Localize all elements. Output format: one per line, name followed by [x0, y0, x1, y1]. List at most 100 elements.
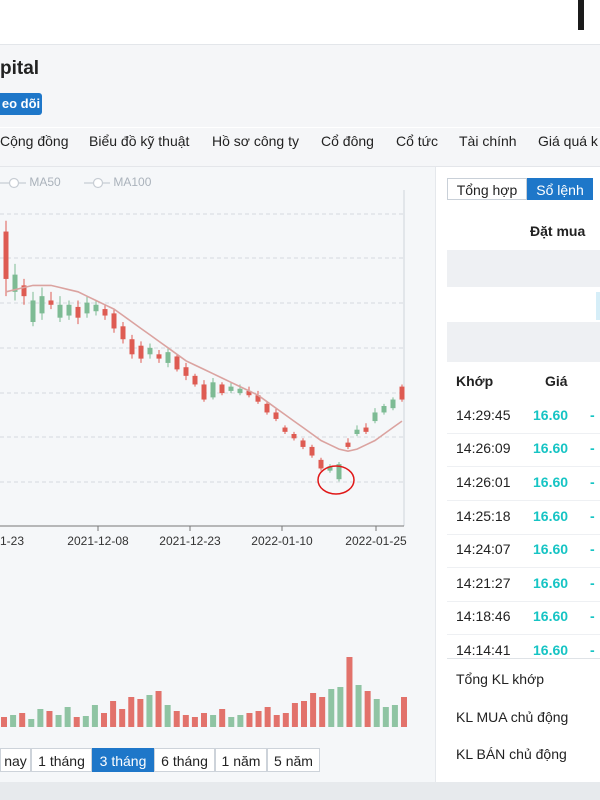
candle-body — [282, 427, 288, 432]
trade-change: - — [590, 474, 595, 490]
candle-body — [156, 354, 162, 359]
trade-price: 16.60 — [533, 474, 569, 490]
range-3-months[interactable]: 3 tháng — [92, 748, 154, 772]
trade-row-divider — [447, 601, 600, 602]
candle-body — [354, 429, 360, 434]
trade-row-divider — [447, 567, 600, 568]
tab-financials[interactable]: Tài chính — [459, 133, 517, 149]
candle-body — [237, 388, 243, 394]
volume-bar — [1, 717, 7, 727]
volume-bar — [355, 685, 362, 727]
candle-body — [291, 434, 297, 439]
candle-body — [57, 304, 63, 318]
volume-bar — [264, 707, 271, 727]
volume-bar — [101, 713, 107, 727]
candle-body — [93, 304, 99, 312]
volume-bar — [346, 657, 353, 727]
volume-bar — [82, 716, 89, 727]
x-tick-label: 2022-01-10 — [251, 534, 313, 548]
bottom-bar — [0, 782, 600, 800]
candle-body — [273, 412, 279, 419]
candle-body — [381, 406, 387, 413]
volume-bar — [228, 717, 235, 727]
candle-body — [300, 440, 306, 447]
range-1-month[interactable]: 1 tháng — [31, 748, 92, 772]
trade-change: - — [590, 440, 595, 456]
range-1-year[interactable]: 1 năm — [215, 748, 267, 772]
trade-price: 16.60 — [533, 508, 569, 524]
volume-bar — [119, 709, 126, 727]
legend-ma50[interactable]: MA50 — [0, 175, 61, 189]
tab-shareholders[interactable]: Cổ đông — [321, 133, 374, 149]
volume-bar — [55, 715, 62, 727]
range-6-months[interactable]: 6 tháng — [154, 748, 215, 772]
order-bar — [596, 292, 600, 320]
stock-header — [0, 45, 600, 127]
volume-bar — [173, 711, 180, 727]
trades-price-header: Giá — [545, 373, 568, 389]
volume-bar — [73, 717, 80, 727]
sell-active-volume-label: KL BÁN chủ động — [456, 746, 567, 762]
volume-bar — [191, 717, 198, 727]
order-book-buy-header: Đặt mua — [530, 223, 586, 239]
price-chart[interactable]: 1-23 2021-12-08 2021-12-23 2022-01-10 2022-0… — [0, 190, 435, 750]
order-book-row — [447, 322, 600, 362]
range-5-years[interactable]: 5 năm — [267, 748, 320, 772]
trade-price: 16.60 — [533, 541, 569, 557]
x-axis-ticks: 1-23 2021-12-08 2021-12-23 2022-01-10 2022-0… — [0, 526, 407, 548]
follow-button[interactable]: eo dõi — [0, 93, 42, 115]
volume-bar — [64, 707, 71, 727]
legend-ma100[interactable]: MA100 — [84, 175, 151, 189]
candle-body — [138, 345, 144, 359]
volume-bar — [46, 711, 53, 727]
candle-body — [210, 382, 216, 398]
tab-order-book[interactable]: Sổ lệnh — [527, 178, 593, 200]
buy-active-volume-label: KL MUA chủ động — [456, 709, 569, 725]
candle-body — [48, 300, 54, 305]
volume-bar — [246, 713, 253, 727]
trade-price: 16.60 — [533, 575, 569, 591]
trade-price: 16.60 — [533, 440, 569, 456]
volume-bar — [164, 705, 171, 727]
tab-summary[interactable]: Tổng hợp — [447, 178, 527, 200]
trade-time: 14:21:27 — [456, 575, 511, 591]
volume-bar — [237, 715, 244, 727]
volume-bars — [1, 657, 407, 727]
candle-body — [75, 306, 81, 318]
tab-technical-chart[interactable]: Biểu đồ kỹ thuật — [89, 133, 189, 149]
volume-bar — [382, 707, 389, 727]
volume-bar — [146, 695, 153, 727]
volume-bar — [273, 715, 280, 727]
ma-line — [5, 284, 403, 453]
tab-company-profile[interactable]: Hồ sơ công ty — [212, 133, 299, 149]
trade-change: - — [590, 407, 595, 423]
trade-time: 14:29:45 — [456, 407, 511, 423]
range-today[interactable]: nay — [0, 748, 31, 772]
volume-bar — [319, 697, 326, 727]
tab-price-history[interactable]: Giá quá k — [538, 133, 598, 149]
candle-body — [363, 427, 369, 432]
volume-bar — [401, 697, 407, 727]
trade-row-divider — [447, 500, 600, 501]
volume-bar — [137, 699, 144, 727]
candle-body — [318, 459, 324, 469]
volume-bar — [373, 699, 380, 727]
trade-price: 16.60 — [533, 642, 569, 658]
candle-body — [183, 367, 189, 376]
candle-body — [165, 352, 171, 363]
volume-bar — [337, 687, 344, 727]
candle-body — [120, 326, 126, 340]
candles-layer — [3, 220, 405, 482]
candle-body — [30, 300, 36, 322]
volume-bar — [391, 705, 398, 727]
tab-dividends[interactable]: Cổ tức — [396, 133, 438, 149]
volume-bar — [128, 697, 135, 727]
legend-ma50-label: MA50 — [29, 175, 61, 189]
trade-time: 14:18:46 — [456, 608, 511, 624]
tab-community[interactable]: Cộng đồng — [0, 133, 69, 149]
volume-bar — [110, 701, 117, 727]
volume-bar — [364, 691, 371, 727]
candle-body — [111, 313, 117, 329]
total-volume-label: Tổng KL khớp — [456, 671, 545, 687]
volume-bar — [182, 715, 189, 727]
